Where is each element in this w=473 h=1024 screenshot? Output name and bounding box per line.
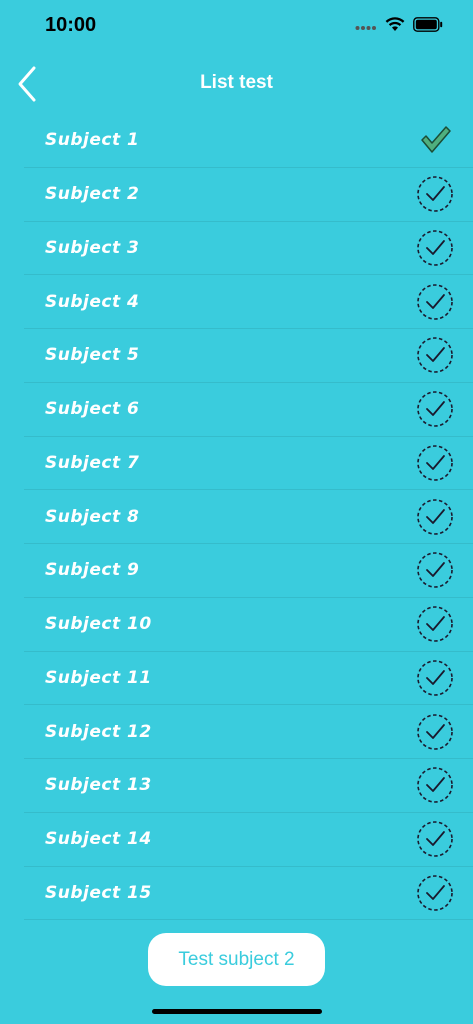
list-item-label: Subject 11 — [45, 667, 152, 688]
list-item[interactable]: Subject 5 — [24, 329, 473, 383]
screen: 10:00 List test Subject 1 Subject 2 Subj… — [0, 0, 473, 1024]
circle-check-icon[interactable] — [416, 874, 454, 912]
test-subject-button[interactable]: Test subject 2 — [148, 933, 325, 986]
list-item-label: Subject 5 — [45, 345, 140, 366]
circle-check-icon[interactable] — [416, 820, 454, 858]
wifi-icon — [385, 16, 405, 37]
checkmark-icon[interactable] — [416, 121, 454, 159]
status-icons — [355, 16, 443, 37]
circle-check-icon[interactable] — [416, 283, 454, 321]
list-item-label: Subject 9 — [45, 560, 140, 581]
circle-check-icon[interactable] — [416, 175, 454, 213]
list-item[interactable]: Subject 3 — [24, 222, 473, 276]
list-item-label: Subject 6 — [45, 399, 140, 420]
list-item[interactable]: Subject 9 — [24, 544, 473, 598]
circle-check-icon[interactable] — [416, 551, 454, 589]
list-item-label: Subject 7 — [45, 452, 140, 473]
status-time: 10:00 — [45, 14, 97, 36]
list-item[interactable]: Subject 2 — [24, 168, 473, 222]
circle-check-icon[interactable] — [416, 605, 454, 643]
list-item[interactable]: Subject 10 — [24, 598, 473, 652]
circle-check-icon[interactable] — [416, 390, 454, 428]
signal-dots-icon — [355, 18, 377, 36]
list-item[interactable]: Subject 7 — [24, 437, 473, 491]
list-item[interactable]: Subject 15 — [24, 867, 473, 921]
list-item[interactable]: Subject 11 — [24, 652, 473, 706]
page-title: List test — [200, 72, 273, 93]
list-item[interactable]: Subject 13 — [24, 759, 473, 813]
battery-icon — [413, 16, 443, 37]
list-item-label: Subject 1 — [45, 130, 140, 151]
home-indicator — [152, 1009, 322, 1014]
list-item-label: Subject 14 — [45, 829, 152, 850]
list-item[interactable]: Subject 6 — [24, 383, 473, 437]
circle-check-icon[interactable] — [416, 336, 454, 374]
list-item-label: Subject 13 — [45, 775, 152, 796]
circle-check-icon[interactable] — [416, 713, 454, 751]
list-item-label: Subject 10 — [45, 614, 152, 635]
list-item[interactable]: Subject 12 — [24, 705, 473, 759]
status-bar: 10:00 — [0, 0, 473, 54]
list-item[interactable]: Subject 4 — [24, 275, 473, 329]
nav-bar: List test — [0, 54, 473, 114]
list-item-label: Subject 8 — [45, 506, 140, 527]
subject-list[interactable]: Subject 1 Subject 2 Subject 3 Subject 4 Subj… — [0, 114, 473, 934]
list-item-label: Subject 15 — [45, 882, 152, 903]
circle-check-icon[interactable] — [416, 444, 454, 482]
list-item[interactable]: Subject 8 — [24, 490, 473, 544]
list-item-label: Subject 4 — [45, 291, 140, 312]
circle-check-icon[interactable] — [416, 498, 454, 536]
list-item[interactable]: Subject 14 — [24, 813, 473, 867]
circle-check-icon[interactable] — [416, 229, 454, 267]
list-item-label: Subject 12 — [45, 721, 152, 742]
list-item-label: Subject 3 — [45, 237, 140, 258]
list-item[interactable]: Subject 1 — [24, 114, 473, 168]
circle-check-icon[interactable] — [416, 766, 454, 804]
circle-check-icon[interactable] — [416, 659, 454, 697]
list-item-label: Subject 2 — [45, 184, 140, 205]
